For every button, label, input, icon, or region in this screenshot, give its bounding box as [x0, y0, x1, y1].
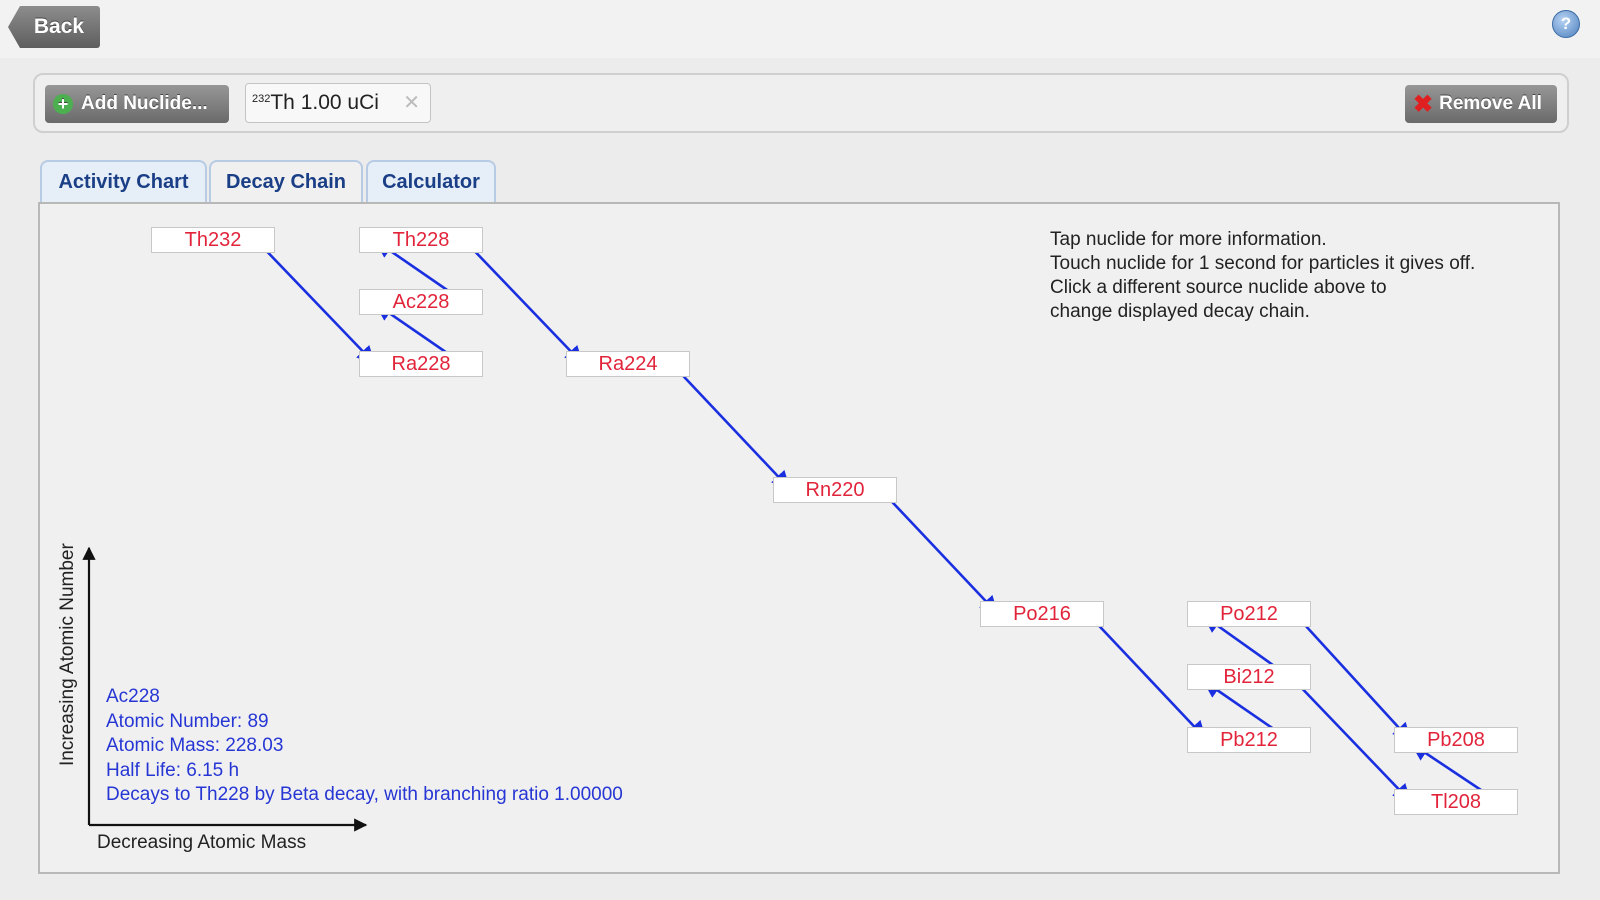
nuclide-ra228[interactable]: Ra228 [359, 351, 483, 377]
instructions-text: Tap nuclide for more information. Touch … [1050, 228, 1570, 324]
arrow-th232-ra228 [255, 239, 376, 365]
nuclide-tl208[interactable]: Tl208 [1394, 789, 1518, 815]
arrow-po212-pb208 [1293, 612, 1412, 742]
nuclide-ra224[interactable]: Ra224 [566, 351, 690, 377]
nuclide-rn220[interactable]: Rn220 [773, 477, 897, 503]
y-axis-label: Increasing Atomic Number [57, 543, 78, 766]
x-axis-label: Decreasing Atomic Mass [97, 832, 307, 853]
nuclide-pb208[interactable]: Pb208 [1394, 727, 1518, 753]
nuclide-bi212[interactable]: Bi212 [1187, 664, 1311, 690]
nuclide-th228[interactable]: Th228 [359, 227, 483, 253]
arrow-rn220-po216 [878, 487, 999, 615]
arrow-ra224-rn220 [670, 362, 791, 490]
instruction-line: Touch nuclide for 1 second for particles… [1050, 253, 1476, 274]
info-atomic-mass: Atomic Mass: 228.03 [106, 735, 284, 756]
nuclide-ac228[interactable]: Ac228 [359, 289, 483, 315]
instruction-line: Click a different source nuclide above t… [1050, 277, 1387, 298]
instruction-line: Tap nuclide for more information. [1050, 229, 1327, 250]
selected-nuclide-info: Ac228 Atomic Number: 89 Atomic Mass: 228… [106, 685, 623, 808]
arrow-bi212-tl208 [1293, 679, 1412, 803]
nuclide-th232[interactable]: Th232 [151, 227, 275, 253]
info-half-life: Half Life: 6.15 h [106, 759, 240, 781]
info-atomic-number: Atomic Number: 89 [106, 710, 269, 732]
nuclide-pb212[interactable]: Pb212 [1187, 727, 1311, 753]
nuclide-po212[interactable]: Po212 [1187, 601, 1311, 627]
info-decay: Decays to Th228 by Beta decay, with bran… [106, 784, 623, 805]
instruction-line: change displayed decay chain. [1050, 301, 1310, 322]
nuclide-po216[interactable]: Po216 [980, 601, 1104, 627]
info-name: Ac228 [106, 686, 160, 707]
